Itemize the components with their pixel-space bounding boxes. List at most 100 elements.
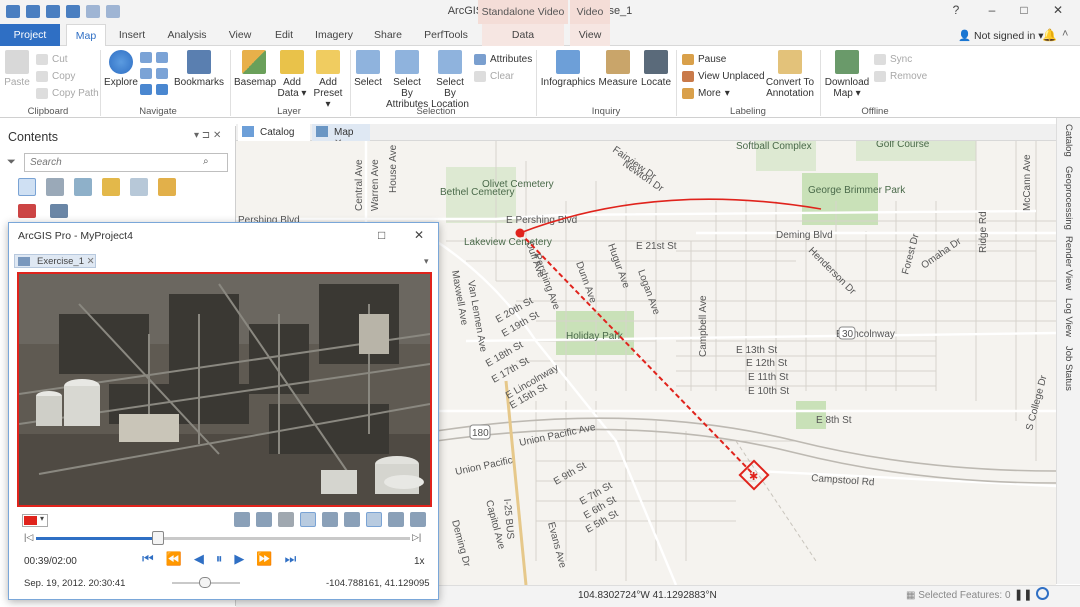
next-extent-icon[interactable] <box>156 84 168 95</box>
new-project-icon[interactable] <box>6 5 20 18</box>
list-by-perspective-icon[interactable] <box>18 204 36 218</box>
pause-icon[interactable]: ⏸ <box>216 551 223 567</box>
list-by-editing-icon[interactable] <box>102 178 120 196</box>
goto-end-marker[interactable]: ▷| <box>412 532 421 543</box>
skip-to-end-icon[interactable]: ⏭ <box>285 551 297 567</box>
fast-forward-icon[interactable]: ⏩ <box>256 551 272 567</box>
video-timeline-thumb[interactable] <box>151 531 164 545</box>
clear-selection-button[interactable]: Clear <box>474 69 532 83</box>
maximize-button[interactable]: □ <box>1014 3 1034 21</box>
tab-analysis[interactable]: Analysis <box>162 24 212 46</box>
tab-video-view[interactable]: View <box>570 24 610 46</box>
download-map-button[interactable]: Download Map ▾ <box>822 50 872 99</box>
tab-project[interactable]: Project <box>0 24 60 46</box>
rail-tab-catalog[interactable]: Catalog <box>1063 124 1074 157</box>
list-by-selection-icon[interactable] <box>74 178 92 196</box>
more-labeling-button[interactable]: More ▾ <box>682 86 765 100</box>
step-forward-icon[interactable]: ▶ <box>234 551 244 567</box>
rail-tab-geoprocessing[interactable]: Geoprocessing <box>1063 166 1074 230</box>
follow-frame-icon[interactable] <box>344 512 360 527</box>
video-window-maximize-button[interactable]: □ <box>378 228 385 242</box>
zoom-to-selection-icon[interactable] <box>140 68 152 79</box>
paste-button[interactable]: Paste <box>4 50 30 88</box>
add-preset-button[interactable]: Add Preset ▾ <box>310 50 346 110</box>
help-button[interactable]: ? <box>946 3 966 21</box>
tab-video-data[interactable]: Data <box>482 24 564 46</box>
video-tab-menu-icon[interactable]: ▾ <box>424 256 429 267</box>
basemap-button[interactable]: Basemap <box>234 50 276 88</box>
follow-footprint-icon[interactable] <box>322 512 338 527</box>
tab-edit[interactable]: Edit <box>268 24 300 46</box>
measure-button[interactable]: Measure <box>598 50 638 88</box>
video-window-close-button[interactable]: ✕ <box>414 228 424 242</box>
selected-features-count[interactable]: ▦ Selected Features: 0 <box>906 590 1011 601</box>
redo-icon[interactable] <box>106 5 120 18</box>
fixed-zoom-in-icon[interactable] <box>156 52 168 63</box>
pane-options-icon[interactable]: ▾ ⊐ ✕ <box>194 130 221 141</box>
list-by-charts-icon[interactable] <box>50 204 68 218</box>
tab-insert[interactable]: Insert <box>112 24 152 46</box>
previous-extent-icon[interactable] <box>140 84 152 95</box>
select-by-location-button[interactable]: Select By Location <box>430 50 470 110</box>
step-back-icon[interactable]: ◀ <box>194 551 204 567</box>
list-by-snapping-icon[interactable] <box>130 178 148 196</box>
user-account[interactable]: 👤 Not signed in ▾ <box>958 29 1044 42</box>
zoom-to-video-icon[interactable] <box>234 512 250 527</box>
filter-icon[interactable]: ⏷ <box>7 156 16 169</box>
close-window-button[interactable]: ✕ <box>1048 3 1068 21</box>
rewind-icon[interactable]: ⏪ <box>166 551 182 567</box>
display-frame-center-icon[interactable] <box>410 512 426 527</box>
pause-labeling-button[interactable]: Pause <box>682 52 765 66</box>
bookmarks-button[interactable]: Bookmarks <box>174 50 224 88</box>
map-label-deming-dr: Deming Dr <box>449 519 472 569</box>
skip-to-start-icon[interactable]: ⏮ <box>142 551 154 567</box>
refresh-icon[interactable] <box>1036 587 1049 600</box>
view-unplaced-button[interactable]: View Unplaced <box>682 69 765 83</box>
fixed-zoom-out-icon[interactable] <box>156 68 168 79</box>
collapse-ribbon-icon[interactable]: ˄ <box>1062 28 1068 40</box>
remove-button[interactable]: Remove <box>874 69 927 83</box>
pan-to-video-icon[interactable] <box>256 512 272 527</box>
notification-bell-icon[interactable]: 🔔 <box>1042 28 1057 42</box>
sensor-position-marker[interactable] <box>515 228 525 238</box>
tab-share[interactable]: Share <box>368 24 408 46</box>
copy-button[interactable]: Copy <box>36 69 99 83</box>
rail-tab-log-view[interactable]: Log View <box>1063 298 1074 337</box>
select-button[interactable]: Select <box>352 50 384 88</box>
rail-tab-job-status[interactable]: Job Status <box>1063 346 1074 391</box>
list-by-labeling-icon[interactable] <box>158 178 176 196</box>
playback-speed[interactable]: 1x <box>414 556 425 567</box>
minimize-button[interactable]: – <box>982 3 1002 21</box>
save-as-icon[interactable] <box>66 5 80 18</box>
search-icon[interactable]: ⌕ <box>203 156 209 167</box>
tab-view[interactable]: View <box>222 24 258 46</box>
volume-thumb[interactable] <box>198 577 211 588</box>
pause-drawing-icon[interactable]: ❚❚ <box>1014 588 1032 601</box>
list-by-data-source-icon[interactable] <box>46 178 64 196</box>
attributes-button[interactable]: Attributes <box>474 52 532 66</box>
capture-frame-icon[interactable] <box>278 512 294 527</box>
tab-imagery[interactable]: Imagery <box>310 24 358 46</box>
select-by-attributes-button[interactable]: Select By Attributes <box>386 50 428 110</box>
locate-button[interactable]: Locate <box>640 50 672 88</box>
infographics-button[interactable]: Infographics <box>540 50 596 88</box>
goto-start-marker[interactable]: |◁ <box>24 532 33 543</box>
add-data-button[interactable]: Add Data ▾ <box>276 50 308 99</box>
explore-button[interactable]: Explore <box>104 50 138 88</box>
video-frame[interactable] <box>17 272 432 507</box>
display-sensor-icon[interactable] <box>366 512 382 527</box>
save-icon[interactable] <box>46 5 60 18</box>
follow-sensor-icon[interactable] <box>300 512 316 527</box>
tab-map[interactable]: Map <box>66 24 106 47</box>
full-extent-icon[interactable] <box>140 52 152 63</box>
open-project-icon[interactable] <box>26 5 40 18</box>
list-by-drawing-order-icon[interactable] <box>18 178 36 196</box>
display-footprint-icon[interactable] <box>388 512 404 527</box>
undo-icon[interactable] <box>86 5 100 18</box>
sync-button[interactable]: Sync <box>874 52 927 66</box>
convert-to-annotation-button[interactable]: Convert To Annotation <box>764 50 816 99</box>
tab-perftools[interactable]: PerfTools <box>416 24 476 46</box>
rail-tab-render-view[interactable]: Render View <box>1063 236 1074 290</box>
cut-button[interactable]: Cut <box>36 52 99 66</box>
copy-path-button[interactable]: Copy Path <box>36 86 99 100</box>
